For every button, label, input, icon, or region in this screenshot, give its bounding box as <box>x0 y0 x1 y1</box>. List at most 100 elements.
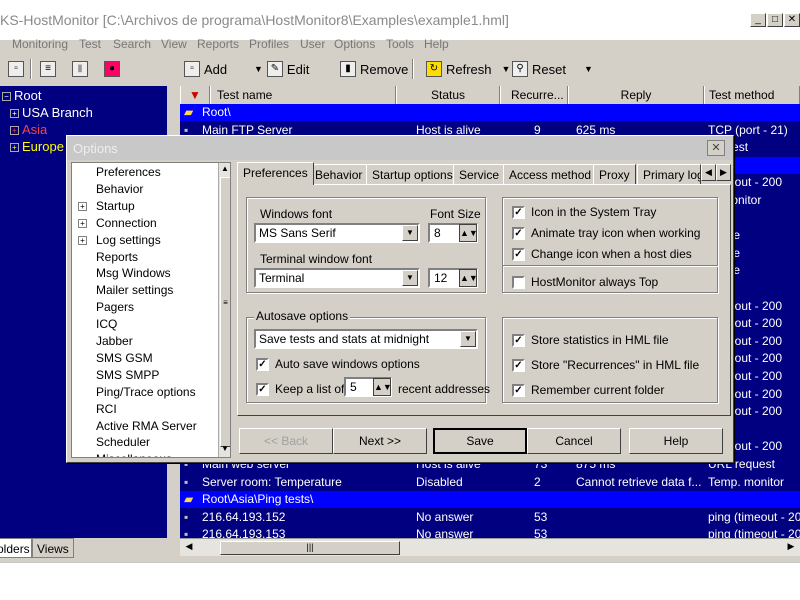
save-button[interactable]: Save <box>433 428 527 454</box>
tab-behavior[interactable]: Behavior <box>309 164 369 184</box>
category-item[interactable]: Jabber <box>96 334 133 348</box>
folder-row[interactable]: ▰ Root\ <box>180 104 800 121</box>
terminal-size-stepper[interactable]: 12 ▲▼ <box>428 268 478 288</box>
menu-tools[interactable]: Tools <box>386 37 414 51</box>
category-item[interactable]: SMS SMPP <box>96 368 159 382</box>
category-item[interactable]: Connection <box>96 216 157 230</box>
spin-arrows-icon[interactable]: ▲▼ <box>459 269 478 287</box>
category-item[interactable]: Startup <box>96 199 135 213</box>
category-item[interactable]: Log settings <box>96 233 161 247</box>
tab-views[interactable]: Views <box>32 538 74 558</box>
font-size-stepper[interactable]: 8 ▲▼ <box>428 223 478 243</box>
chevron-down-icon[interactable]: ▼ <box>460 331 476 347</box>
menu-monitoring[interactable]: Monitoring <box>12 37 68 51</box>
menu-search[interactable]: Search <box>113 37 151 51</box>
sort-arrow-icon[interactable]: ▼ <box>180 86 210 104</box>
category-item[interactable]: RCI <box>96 402 117 416</box>
add-test-button[interactable]: ▫ Add <box>184 58 227 80</box>
auto-save-windows-checkbox[interactable]: ✓ Auto save windows options <box>256 357 420 371</box>
tree-root[interactable]: − Root <box>2 88 41 103</box>
scroll-right-icon[interactable]: ▶ <box>784 541 798 555</box>
category-item[interactable]: ICQ <box>96 317 117 331</box>
tab-service[interactable]: Service <box>453 164 506 184</box>
expand-icon[interactable]: + <box>78 218 87 228</box>
spin-arrows-icon[interactable]: ▲▼ <box>373 378 392 396</box>
category-item[interactable]: SMS GSM <box>96 351 153 365</box>
close-button[interactable]: ✕ <box>784 13 800 27</box>
new-folder-button[interactable]: ▫ <box>8 58 24 80</box>
tree-item-asia[interactable]: + Asia <box>10 122 47 137</box>
tree-item-usa-branch[interactable]: + USA Branch <box>10 105 93 120</box>
category-item[interactable]: Preferences <box>96 165 161 179</box>
menu-profiles[interactable]: Profiles <box>249 37 289 51</box>
store-stats-checkbox[interactable]: ✓ Store statistics in HML file <box>512 333 669 347</box>
help-button[interactable]: Help <box>629 428 723 454</box>
menu-test[interactable]: Test <box>79 37 101 51</box>
menu-view[interactable]: View <box>161 37 187 51</box>
store-recurrences-checkbox[interactable]: ✓ Store "Recurrences" in HML file <box>512 358 699 372</box>
tab-folders[interactable]: olders <box>0 538 32 558</box>
windows-font-select[interactable]: MS Sans Serif ▼ <box>254 223 420 243</box>
category-item[interactable]: Ping/Trace options <box>96 385 196 399</box>
menu-help[interactable]: Help <box>424 37 449 51</box>
keep-count-stepper[interactable]: 5 ▲▼ <box>344 377 392 397</box>
tab-startup-options[interactable]: Startup options <box>366 164 459 184</box>
tab-preferences[interactable]: Preferences <box>237 162 314 185</box>
category-item[interactable]: Miscellaneous <box>96 452 172 457</box>
tab-primary-log[interactable]: Primary log <box>637 164 701 184</box>
category-item[interactable]: Active RMA Server <box>96 419 197 433</box>
tab-proxy[interactable]: Proxy <box>593 164 636 184</box>
always-top-checkbox[interactable]: HostMonitor always Top <box>512 275 658 289</box>
keep-list-checkbox[interactable]: ✓ Keep a list of <box>256 382 344 396</box>
terminal-font-select[interactable]: Terminal ▼ <box>254 268 420 288</box>
expand-icon[interactable]: + <box>78 201 87 211</box>
column-status[interactable]: Status <box>396 86 500 104</box>
menu-options[interactable]: Options <box>334 37 375 51</box>
category-item[interactable]: Pagers <box>96 300 134 314</box>
autosave-mode-select[interactable]: Save tests and stats at midnight ▼ <box>254 329 478 349</box>
table-row[interactable]: ▪ Server room: Temperature Disabled 2 Cannot… <box>180 474 800 491</box>
remember-folder-checkbox[interactable]: ✓ Remember current folder <box>512 383 664 397</box>
cancel-button[interactable]: Cancel <box>527 428 621 454</box>
tab-scroll-right-icon[interactable]: ▶ <box>716 164 731 181</box>
tab-access-method[interactable]: Access method <box>503 164 598 184</box>
scroll-thumb[interactable]: ≡ <box>220 177 230 447</box>
next-button[interactable]: Next >> <box>333 428 427 454</box>
category-scrollbar[interactable]: ▲ ≡ ▼ <box>218 163 230 457</box>
grid-horizontal-scrollbar[interactable]: ◀ ||| ▶ <box>180 538 800 556</box>
scroll-thumb[interactable]: ||| <box>220 541 400 555</box>
icon-in-tray-checkbox[interactable]: ✓ Icon in the System Tray <box>512 205 656 219</box>
category-item[interactable]: Reports <box>96 250 138 264</box>
table-row[interactable]: ▪ 216.64.193.152 No answer 53 ping (timeout … <box>180 509 800 526</box>
table-row[interactable]: ▪ 216.64.193.153 No answer 53 ping (timeout … <box>180 526 800 538</box>
reset-button[interactable]: ⚲ Reset ▼ <box>512 58 593 80</box>
animate-tray-checkbox[interactable]: ✓ Animate tray icon when working <box>512 226 700 240</box>
chevron-down-icon[interactable]: ▼ <box>402 225 418 241</box>
menu-user[interactable]: User <box>300 37 325 51</box>
folder-row[interactable]: ▰ Root\Asia\Ping tests\ <box>180 491 800 509</box>
maximize-button[interactable]: □ <box>767 13 783 27</box>
category-item[interactable]: Scheduler <box>96 435 150 449</box>
remove-test-button[interactable]: ▮ Remove <box>340 58 408 80</box>
change-icon-checkbox[interactable]: ✓ Change icon when a host dies <box>512 247 692 261</box>
scroll-left-icon[interactable]: ◀ <box>182 541 196 555</box>
menu-reports[interactable]: Reports <box>197 37 239 51</box>
column-reply[interactable]: Reply <box>568 86 704 104</box>
column-test-method[interactable]: Test method <box>704 86 800 104</box>
expand-icon[interactable]: + <box>78 235 87 245</box>
delete-folder-button[interactable]: ▮ <box>72 58 88 80</box>
spin-arrows-icon[interactable]: ▲▼ <box>459 224 478 242</box>
tree-item-europe[interactable]: + Europe <box>10 139 64 154</box>
dialog-close-button[interactable]: ✕ <box>707 140 725 156</box>
scroll-down-icon[interactable]: ▼ <box>219 444 230 456</box>
refresh-button[interactable]: ↻ Refresh ▼ <box>426 58 510 80</box>
column-test-name[interactable]: Test name <box>210 86 396 104</box>
category-item[interactable]: Mailer settings <box>96 283 173 297</box>
column-recurrences[interactable]: Recurre... <box>500 86 568 104</box>
edit-test-button[interactable]: ▼ ✎ Edit <box>254 58 309 80</box>
folder-properties-button[interactable]: ≡ <box>40 58 56 80</box>
tab-scroll-left-icon[interactable]: ◀ <box>701 164 716 181</box>
category-item[interactable]: Msg Windows <box>96 266 171 280</box>
chevron-down-icon[interactable]: ▼ <box>402 270 418 286</box>
back-button[interactable]: << Back <box>239 428 333 454</box>
